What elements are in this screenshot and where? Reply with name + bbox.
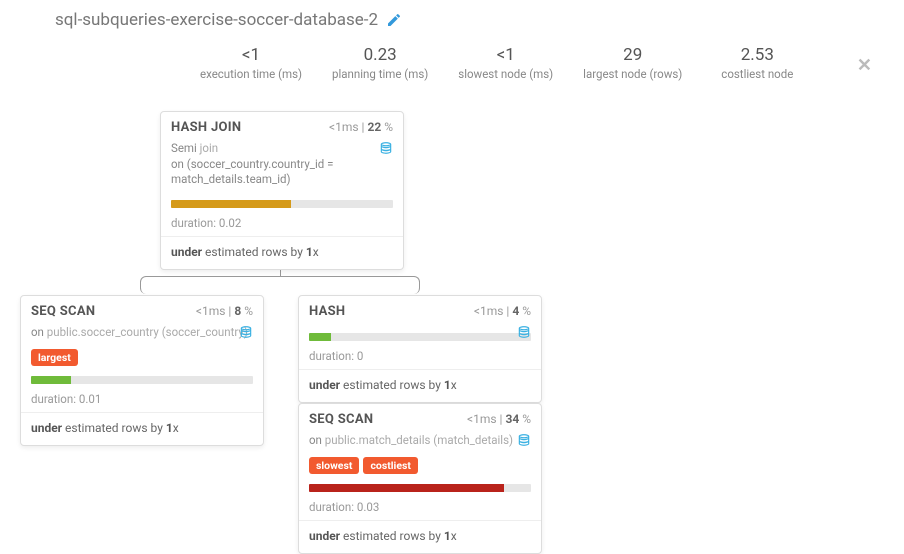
stat-label: execution time (ms) xyxy=(200,67,302,81)
node-meta: <1ms | 22 % xyxy=(329,120,393,134)
duration-text: duration: 0.03 xyxy=(299,496,541,521)
database-icon[interactable] xyxy=(239,325,253,344)
stat-label: largest node (rows) xyxy=(583,67,682,81)
stat-value: <1 xyxy=(458,45,553,65)
duration-text: duration: 0.01 xyxy=(21,388,263,413)
node-title: SEQ SCAN xyxy=(31,304,95,319)
stat-slowest-node: <1 slowest node (ms) xyxy=(458,45,553,81)
stat-value: 2.53 xyxy=(712,45,802,65)
estimate-text: under estimated rows by 1x xyxy=(299,370,541,402)
estimate-text: under estimated rows by 1x xyxy=(299,521,541,553)
database-icon[interactable] xyxy=(517,325,531,344)
node-desc: on public.soccer_country (soccer_country… xyxy=(21,325,263,349)
node-meta: <1ms | 8 % xyxy=(196,304,253,318)
tag-largest: largest xyxy=(31,349,78,366)
estimate-text: under estimated rows by 1x xyxy=(161,237,403,269)
stats-bar: <1 execution time (ms) 0.23 planning tim… xyxy=(200,45,802,81)
estimate-text: under estimated rows by 1x xyxy=(21,413,263,445)
stat-plan-time: 0.23 planning time (ms) xyxy=(332,45,428,81)
duration-bar xyxy=(171,200,393,208)
database-icon[interactable] xyxy=(517,433,531,452)
stat-costliest-node: 2.53 costliest node xyxy=(712,45,802,81)
node-title: SEQ SCAN xyxy=(309,412,373,427)
node-title: HASH JOIN xyxy=(171,120,241,135)
node-seq-scan-match[interactable]: SEQ SCAN <1ms | 34 % on public.match_det… xyxy=(298,403,542,554)
node-desc xyxy=(299,325,541,339)
stat-label: costliest node xyxy=(712,67,802,81)
tag-costliest: costliest xyxy=(363,457,418,474)
duration-text: duration: 0 xyxy=(299,345,541,370)
node-title: HASH xyxy=(309,304,345,319)
duration-bar xyxy=(31,376,253,384)
close-icon[interactable]: ✕ xyxy=(857,55,872,76)
stat-exec-time: <1 execution time (ms) xyxy=(200,45,302,81)
tag-slowest: slowest xyxy=(309,457,359,474)
node-meta: <1ms | 4 % xyxy=(474,304,531,318)
stat-label: planning time (ms) xyxy=(332,67,428,81)
duration-bar xyxy=(309,484,531,492)
stat-value: 0.23 xyxy=(332,45,428,65)
node-hash[interactable]: HASH <1ms | 4 % duration: 0 under estima… xyxy=(298,295,542,403)
connector xyxy=(140,276,420,294)
stat-value: <1 xyxy=(200,45,302,65)
database-icon[interactable] xyxy=(379,141,393,160)
node-desc: Semi join on (soccer_country.country_id … xyxy=(161,141,403,196)
node-desc: on public.match_details (match_details) xyxy=(299,433,541,457)
node-meta: <1ms | 34 % xyxy=(467,412,531,426)
stat-label: slowest node (ms) xyxy=(458,67,553,81)
stat-largest-node: 29 largest node (rows) xyxy=(583,45,682,81)
edit-icon[interactable] xyxy=(386,12,402,28)
node-seq-scan-country[interactable]: SEQ SCAN <1ms | 8 % on public.soccer_cou… xyxy=(20,295,264,446)
stat-value: 29 xyxy=(583,45,682,65)
duration-text: duration: 0.02 xyxy=(161,212,403,237)
page-title: sql-subqueries-exercise-soccer-database-… xyxy=(55,10,378,30)
node-hash-join[interactable]: HASH JOIN <1ms | 22 % Semi join on (socc… xyxy=(160,111,404,270)
